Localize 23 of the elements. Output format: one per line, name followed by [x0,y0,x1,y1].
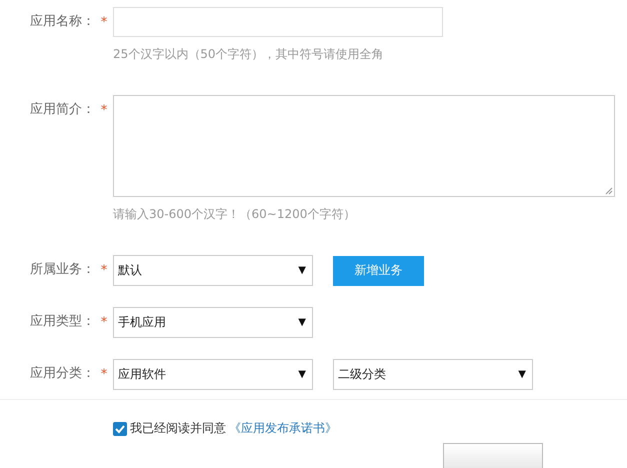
dropdown[interactable]: 应用软件 ▼ [113,359,313,390]
resize-grip-icon[interactable] [605,187,613,195]
dropdown[interactable]: 默认 ▼ [113,255,313,286]
app-name-field[interactable] [113,7,443,37]
agreement-text: 我已经阅读并同意 [130,420,226,437]
required-mark: * [100,102,108,120]
field-label: 所属业务： [29,261,95,279]
agree-checkbox[interactable] [113,422,127,436]
required-mark: * [100,14,108,32]
required-mark: * [100,366,108,384]
field-hint: 25个汉字以内（50个字符），其中符号请使用全角 [113,46,385,63]
field-label: 应用名称： [29,13,95,31]
dropdown[interactable]: 二级分类 ▼ [333,359,533,390]
dropdown[interactable]: 手机应用 ▼ [113,307,313,338]
field-label: 应用分类： [29,365,95,383]
required-mark: * [100,314,108,332]
required-mark: * [100,262,108,280]
agreement-link[interactable]: 《应用发布承诺书》 [229,420,337,437]
field-label: 应用类型： [29,313,95,331]
field-hint: 请输入30-600个汉字！（60~1200个字符） [113,206,356,223]
submit-button[interactable] [443,443,543,468]
description-field[interactable] [113,95,615,197]
field-label: 应用简介： [29,101,95,119]
